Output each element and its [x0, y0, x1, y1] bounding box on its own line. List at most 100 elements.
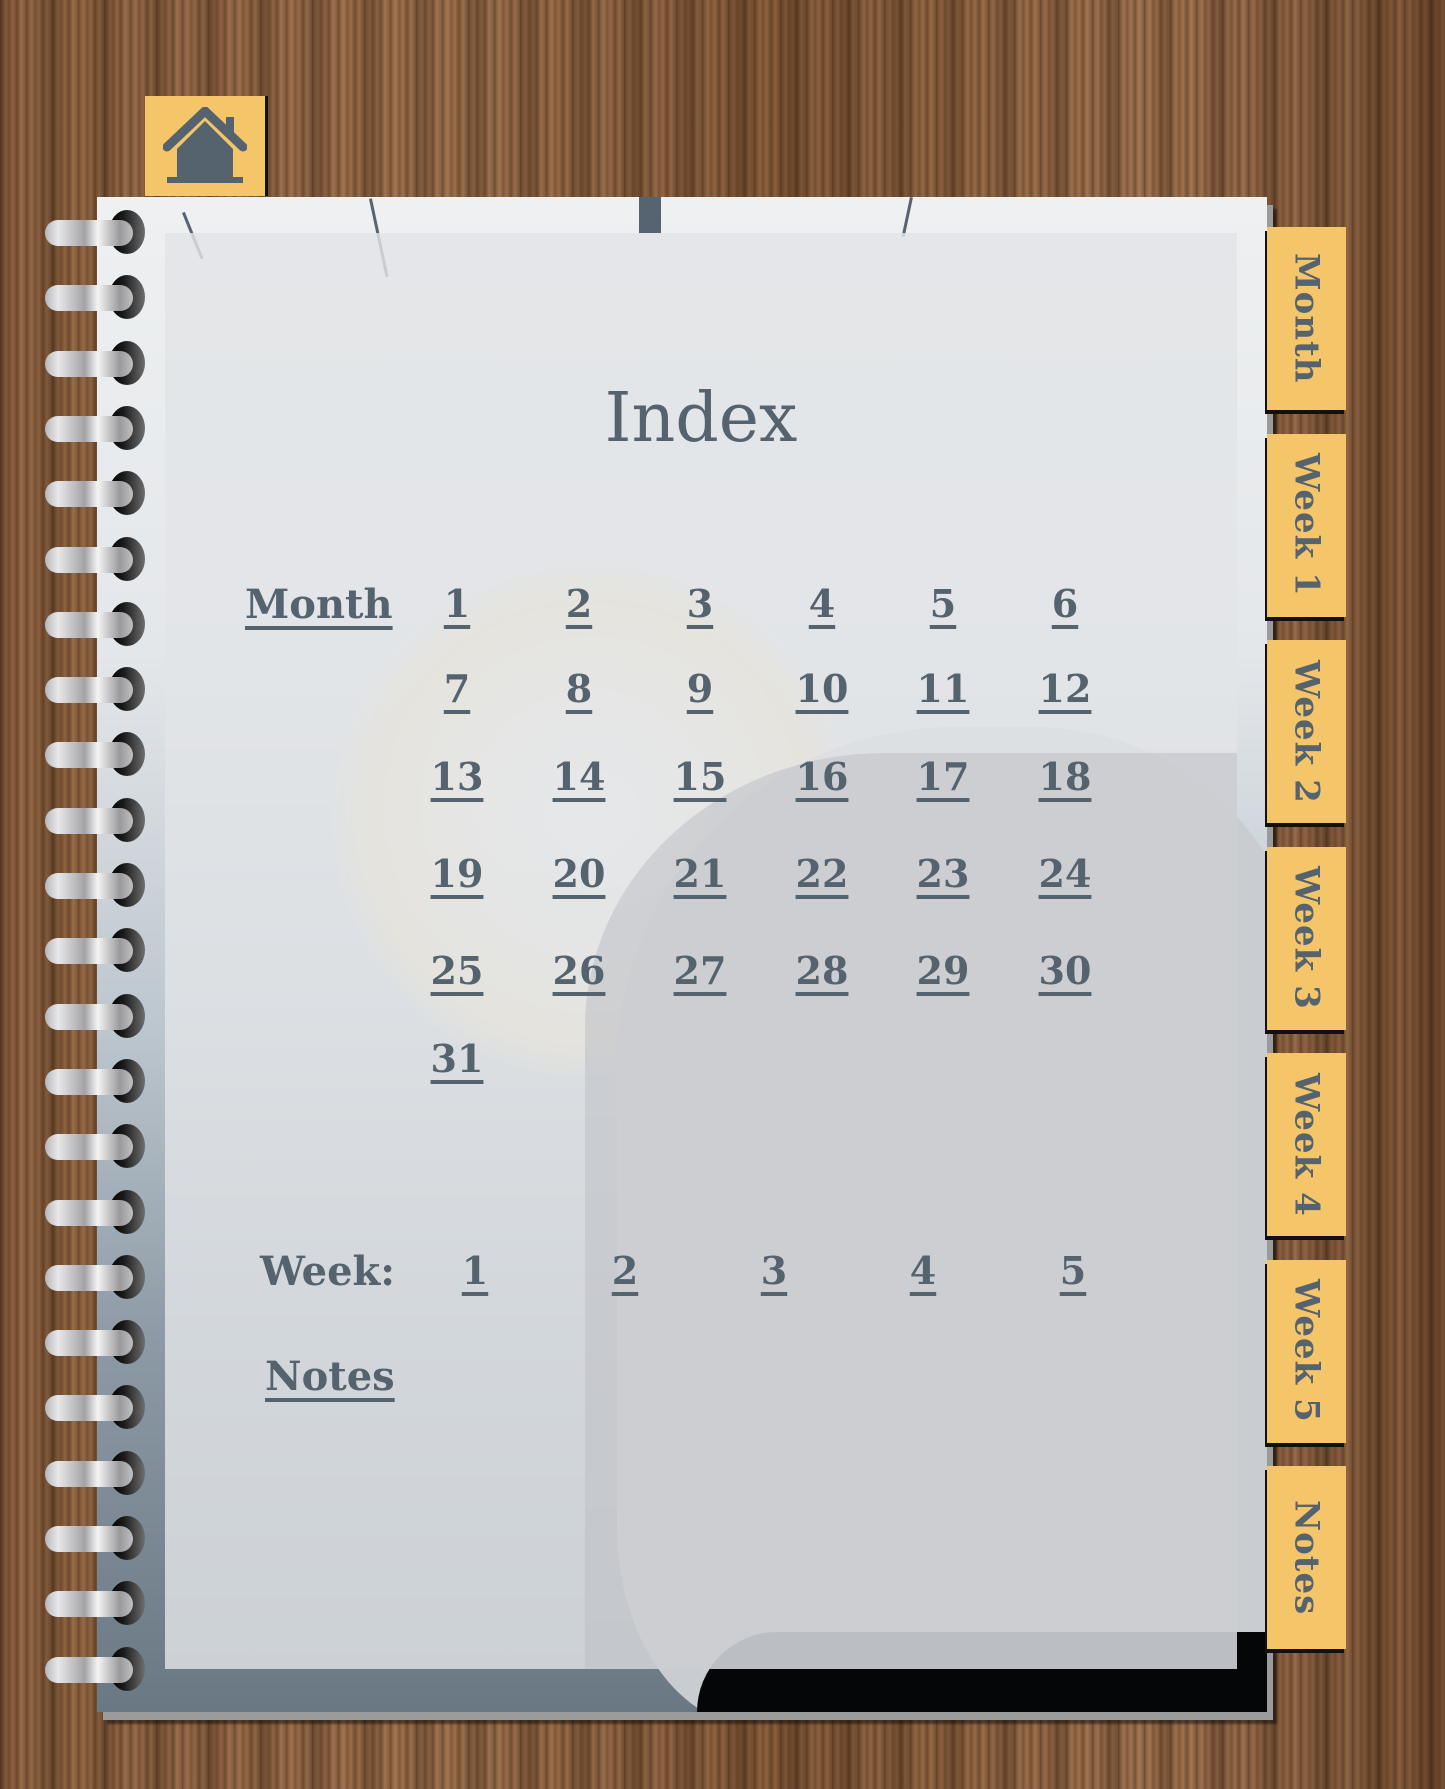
week-label: Week: [260, 1248, 396, 1295]
ring-wire [45, 481, 133, 508]
side-tab-label: Week 2 [1286, 659, 1327, 804]
ring-wire [45, 285, 133, 312]
ring-wire [45, 873, 133, 899]
day-link[interactable]: 4 [782, 581, 862, 626]
week-link[interactable]: 2 [585, 1248, 665, 1293]
spiral-ring [45, 1254, 170, 1299]
week-link[interactable]: 1 [435, 1248, 515, 1293]
spiral-ring [45, 471, 170, 516]
ring-wire [45, 1591, 133, 1618]
day-link[interactable]: 20 [539, 851, 619, 896]
day-link[interactable]: 27 [660, 948, 740, 993]
week-link[interactable]: 4 [883, 1248, 963, 1293]
ring-wire [45, 415, 133, 442]
spiral-ring [45, 667, 170, 712]
day-link[interactable]: 5 [903, 581, 983, 626]
ring-wire [45, 1199, 133, 1226]
day-link[interactable]: 19 [417, 851, 497, 896]
day-link[interactable]: 26 [539, 948, 619, 993]
home-button[interactable] [145, 96, 265, 196]
day-link[interactable]: 22 [782, 851, 862, 896]
spiral-ring [45, 1058, 170, 1103]
day-link[interactable]: 13 [417, 754, 497, 799]
month-link[interactable]: Month [245, 581, 393, 628]
side-tab-month[interactable]: Month [1267, 227, 1346, 410]
ring-wire [45, 1656, 133, 1683]
day-link[interactable]: 1 [417, 581, 497, 626]
week-link[interactable]: 5 [1033, 1248, 1113, 1293]
day-link[interactable]: 29 [903, 948, 983, 993]
side-tab-label: Notes [1286, 1499, 1327, 1616]
side-tab-label: Week 5 [1286, 1279, 1327, 1423]
spiral-ring [45, 601, 170, 646]
day-link[interactable]: 2 [539, 581, 619, 626]
side-tab-label: Week 4 [1286, 1072, 1327, 1217]
spiral-ring [45, 275, 170, 320]
ink-stroke [901, 197, 913, 237]
ring-wire [45, 1395, 133, 1422]
day-link[interactable]: 25 [417, 948, 497, 993]
ring-wire [45, 546, 133, 573]
day-link[interactable]: 24 [1025, 851, 1105, 896]
day-link[interactable]: 7 [417, 666, 497, 711]
spiral-ring [45, 1646, 170, 1691]
day-link[interactable]: 15 [660, 754, 740, 799]
day-link[interactable]: 28 [782, 948, 862, 993]
notes-link[interactable]: Notes [265, 1353, 395, 1400]
ring-wire [45, 1134, 133, 1161]
day-link[interactable]: 3 [660, 581, 740, 626]
ring-wire [45, 742, 133, 769]
day-link[interactable]: 14 [539, 754, 619, 799]
day-link[interactable]: 8 [539, 666, 619, 711]
side-tab-label: Week 3 [1286, 866, 1327, 1010]
day-link[interactable]: 23 [903, 851, 983, 896]
index-page: Index Month 1 2 3 4 5 6 7 8 9 10 11 12 13 14 15 16 17 18 1… [165, 233, 1237, 1669]
page-title: Index [604, 379, 798, 458]
side-tab-week-5[interactable]: Week 5 [1267, 1259, 1346, 1443]
notebook: Index Month 1 2 3 4 5 6 7 8 9 10 11 12 13 14 15 16 17 18 1… [97, 197, 1267, 1712]
home-icon [163, 107, 247, 183]
spiral-ring [45, 1385, 170, 1430]
ring-wire [45, 220, 133, 246]
spiral-ring [45, 732, 170, 777]
side-tab-notes[interactable]: Notes [1267, 1466, 1346, 1649]
day-link[interactable]: 18 [1025, 754, 1105, 799]
ring-wire [45, 1330, 133, 1357]
day-link[interactable]: 11 [903, 666, 983, 711]
spiral-ring [45, 340, 170, 385]
spiral-ring [45, 928, 170, 973]
day-link[interactable]: 16 [782, 754, 862, 799]
spiral-ring [45, 1450, 170, 1495]
side-tab-week-3[interactable]: Week 3 [1267, 846, 1346, 1030]
day-link[interactable]: 6 [1025, 581, 1105, 626]
spiral-ring [45, 797, 170, 842]
spiral-ring [45, 1516, 170, 1560]
spiral-ring [45, 210, 170, 254]
day-link[interactable]: 10 [782, 666, 862, 711]
ring-wire [45, 1264, 133, 1291]
ring-wire [45, 1526, 133, 1552]
ring-wire [45, 1460, 133, 1487]
week-link[interactable]: 3 [734, 1248, 814, 1293]
spiral-ring [45, 536, 170, 581]
side-tab-week-4[interactable]: Week 4 [1267, 1053, 1346, 1236]
ring-wire [45, 807, 133, 834]
side-tab-label: Week 1 [1286, 453, 1327, 597]
ring-wire [45, 938, 133, 965]
day-link[interactable]: 31 [417, 1036, 497, 1081]
spiral-ring [45, 1189, 170, 1234]
side-tab-week-2[interactable]: Week 2 [1267, 640, 1346, 823]
side-tab-week-1[interactable]: Week 1 [1267, 433, 1346, 617]
spiral-ring [45, 1124, 170, 1169]
side-tab-label: Month [1286, 253, 1327, 384]
day-link[interactable]: 21 [660, 851, 740, 896]
spiral-ring [45, 863, 170, 907]
day-link[interactable]: 17 [903, 754, 983, 799]
spiral-ring [45, 1320, 170, 1365]
day-link[interactable]: 30 [1025, 948, 1105, 993]
ink-stroke [639, 197, 661, 233]
spiral-ring [45, 993, 170, 1038]
spiral-ring [45, 405, 170, 450]
day-link[interactable]: 12 [1025, 666, 1105, 711]
day-link[interactable]: 9 [660, 666, 740, 711]
